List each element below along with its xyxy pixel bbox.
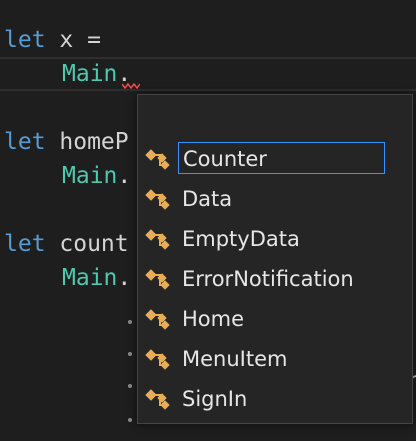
completion-item[interactable]: ErrorNotification bbox=[138, 259, 412, 299]
pipe-dot bbox=[128, 418, 132, 422]
identifier: homeP bbox=[45, 129, 129, 155]
code-line-2[interactable]: Main. bbox=[62, 57, 131, 91]
completion-item-label: Counter bbox=[178, 142, 385, 174]
completion-item[interactable]: MenuItem bbox=[138, 339, 412, 379]
completion-item-label: EmptyData bbox=[182, 227, 300, 251]
identifier: count bbox=[45, 231, 129, 257]
class-icon bbox=[145, 389, 170, 410]
completion-item[interactable]: EmptyData bbox=[138, 219, 412, 259]
pipe-dot bbox=[128, 320, 132, 324]
keyword-let: let bbox=[4, 129, 46, 155]
identifier: x = bbox=[45, 27, 101, 53]
completion-item-label: MenuItem bbox=[182, 347, 288, 371]
class-icon bbox=[145, 149, 170, 170]
pipe-dot bbox=[128, 384, 132, 388]
module-name: Main bbox=[62, 163, 118, 189]
completion-item[interactable]: SignIn bbox=[138, 379, 412, 419]
error-squiggle bbox=[122, 83, 140, 89]
completion-item[interactable]: Data bbox=[138, 179, 412, 219]
keyword-let: let bbox=[4, 231, 46, 257]
completion-item[interactable]: Counter bbox=[138, 139, 412, 179]
code-line-3[interactable]: let homeP bbox=[4, 125, 129, 159]
completion-item-label: Home bbox=[182, 307, 245, 331]
completion-item-label: Data bbox=[182, 187, 233, 211]
module-name: Main bbox=[62, 61, 118, 87]
class-icon bbox=[145, 349, 170, 370]
code-line-1[interactable]: let x = bbox=[4, 23, 101, 57]
pipe-dot bbox=[128, 352, 132, 356]
code-line-4[interactable]: Main. bbox=[62, 159, 131, 193]
class-icon bbox=[145, 269, 170, 290]
completion-item-label: SignIn bbox=[182, 387, 248, 411]
keyword-let: let bbox=[4, 27, 46, 53]
class-icon bbox=[145, 229, 170, 250]
dot-operator: . bbox=[117, 163, 132, 189]
class-icon bbox=[145, 309, 170, 330]
completion-item[interactable]: Home bbox=[138, 299, 412, 339]
code-line-6[interactable]: Main. bbox=[62, 261, 131, 295]
intellisense-popup[interactable]: Counter Data EmptyData ErrorNotification… bbox=[137, 94, 413, 424]
dot-operator: . bbox=[117, 265, 132, 291]
module-name: Main bbox=[62, 265, 118, 291]
class-icon bbox=[145, 189, 170, 210]
code-line-5[interactable]: let count bbox=[4, 227, 129, 261]
completion-item-label: ErrorNotification bbox=[182, 267, 354, 291]
